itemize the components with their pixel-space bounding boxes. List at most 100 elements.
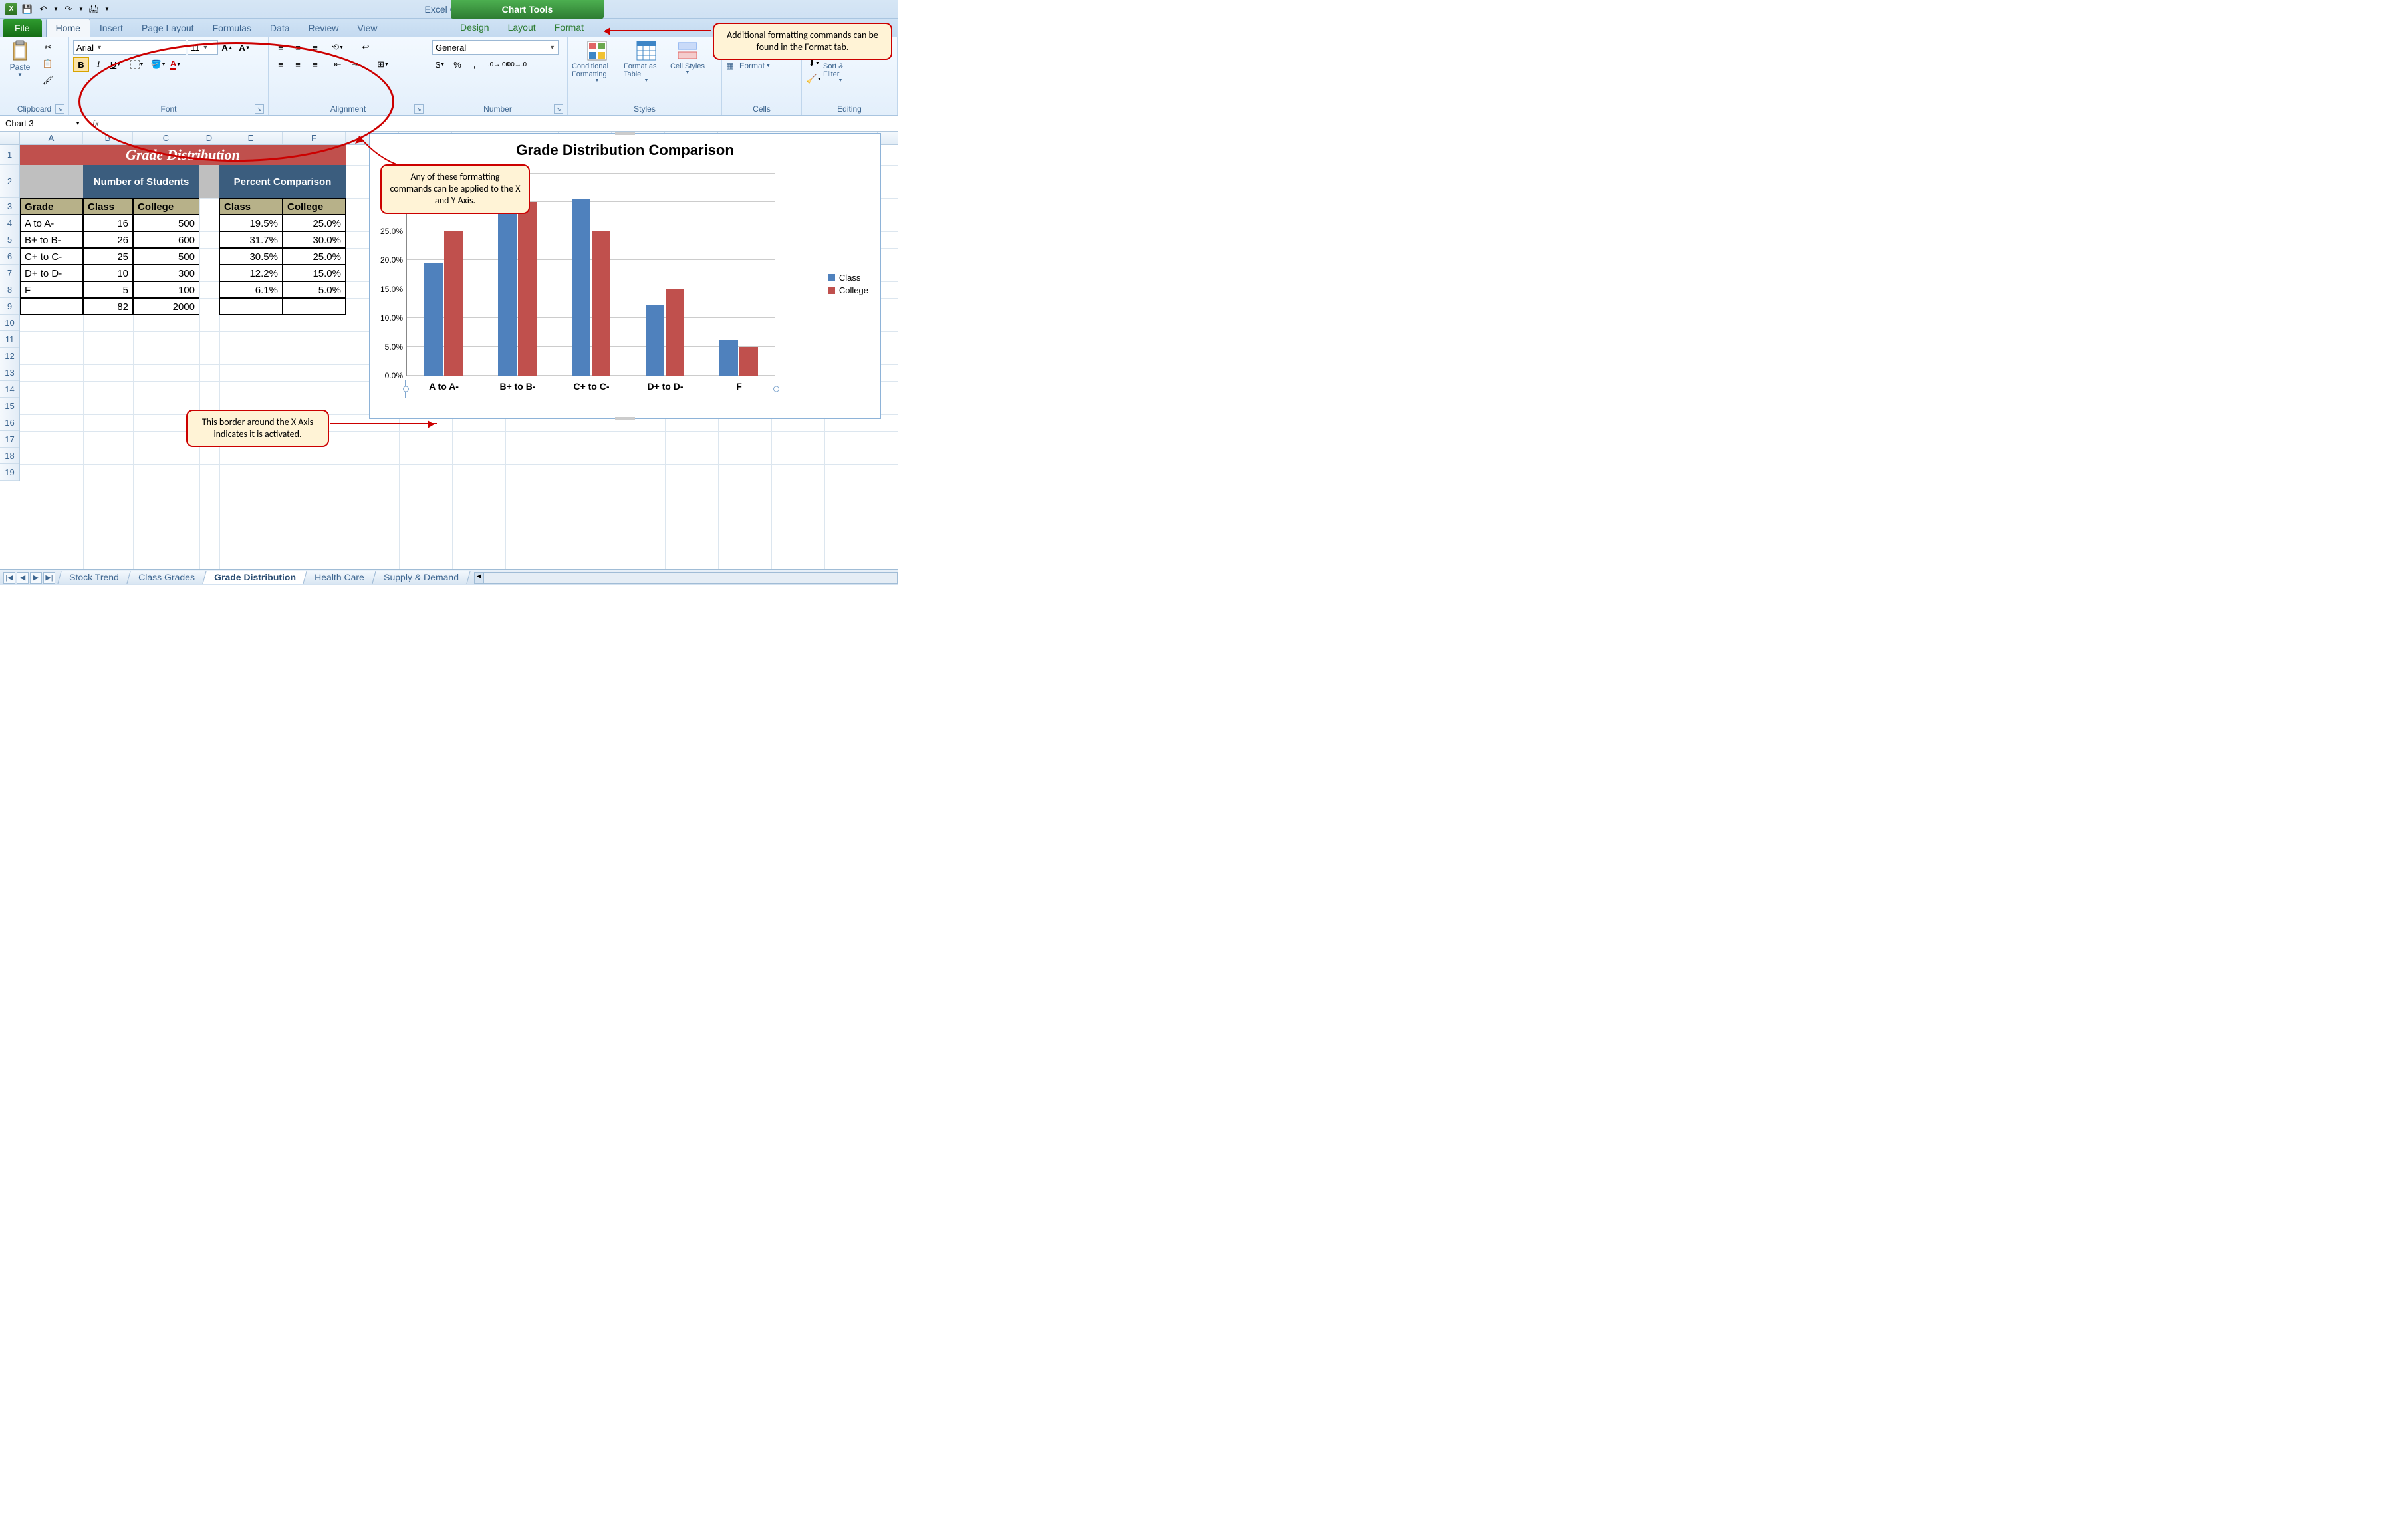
tab-insert[interactable]: Insert bbox=[90, 19, 132, 37]
font-color-button[interactable]: A▼ bbox=[168, 57, 184, 72]
chart-legend[interactable]: ClassCollege bbox=[828, 270, 868, 298]
table-cell[interactable]: 300 bbox=[133, 265, 199, 281]
align-bottom-button[interactable]: ≡ bbox=[307, 40, 323, 55]
table-cell[interactable]: 30.0% bbox=[283, 231, 346, 248]
row-header[interactable]: 19 bbox=[0, 464, 19, 481]
column-header[interactable]: C bbox=[133, 132, 199, 144]
increase-decimal-button[interactable]: .0→.00 bbox=[491, 57, 507, 72]
horizontal-scrollbar[interactable]: ◀ bbox=[474, 572, 898, 584]
sheet-nav-prev[interactable]: ◀ bbox=[17, 572, 29, 584]
table-cell[interactable]: 25.0% bbox=[283, 215, 346, 231]
format-as-table-button[interactable]: Format as Table▼ bbox=[624, 40, 669, 83]
underline-button[interactable]: U▼ bbox=[108, 57, 124, 72]
file-tab[interactable]: File bbox=[3, 19, 42, 37]
table-cell[interactable]: 15.0% bbox=[283, 265, 346, 281]
chart-bar[interactable] bbox=[592, 231, 610, 376]
copy-button[interactable]: 📋 bbox=[40, 57, 56, 71]
save-button[interactable]: 💾 bbox=[20, 2, 35, 17]
row-header[interactable]: 16 bbox=[0, 414, 19, 431]
column-header[interactable]: A bbox=[20, 132, 83, 144]
row-header[interactable]: 5 bbox=[0, 231, 19, 248]
table-cell[interactable]: B+ to B- bbox=[20, 231, 83, 248]
merge-center-button[interactable]: ⊞▼ bbox=[374, 57, 392, 72]
row-header[interactable]: 9 bbox=[0, 298, 19, 315]
table-cell[interactable]: A to A- bbox=[20, 215, 83, 231]
redo-dropdown[interactable]: ▼ bbox=[77, 2, 85, 17]
sheet-tab[interactable]: Stock Trend bbox=[57, 571, 130, 584]
row-header[interactable]: 11 bbox=[0, 331, 19, 348]
shrink-font-button[interactable]: A▼ bbox=[237, 40, 253, 55]
cell-styles-button[interactable]: Cell Styles▼ bbox=[670, 40, 705, 75]
number-launcher[interactable]: ↘ bbox=[554, 104, 563, 114]
sheet-nav-first[interactable]: |◀ bbox=[3, 572, 15, 584]
align-middle-button[interactable]: ≡ bbox=[290, 40, 306, 55]
conditional-formatting-button[interactable]: Conditional Formatting▼ bbox=[572, 40, 622, 83]
row-header[interactable]: 12 bbox=[0, 348, 19, 364]
comma-button[interactable]: , bbox=[467, 57, 483, 72]
align-left-button[interactable]: ≡ bbox=[273, 57, 289, 72]
row-header[interactable]: 17 bbox=[0, 431, 19, 448]
chart-bar[interactable] bbox=[518, 202, 537, 376]
sheet-tab[interactable]: Class Grades bbox=[126, 571, 206, 584]
orientation-button[interactable]: ⟲▼ bbox=[330, 40, 346, 55]
table-cell[interactable]: 5 bbox=[83, 281, 133, 298]
tab-formulas[interactable]: Formulas bbox=[203, 19, 261, 37]
row-header[interactable]: 15 bbox=[0, 398, 19, 414]
clipboard-launcher[interactable]: ↘ bbox=[55, 104, 64, 114]
row-header[interactable]: 10 bbox=[0, 315, 19, 331]
tab-format[interactable]: Format bbox=[545, 19, 593, 36]
table-cell[interactable]: 600 bbox=[133, 231, 199, 248]
table-cell[interactable]: D+ to D- bbox=[20, 265, 83, 281]
table-cell[interactable]: 6.1% bbox=[219, 281, 283, 298]
table-cell[interactable]: 10 bbox=[83, 265, 133, 281]
decrease-decimal-button[interactable]: .00→.0 bbox=[508, 57, 524, 72]
chart-bar[interactable] bbox=[739, 347, 758, 376]
number-format-combo[interactable]: General▼ bbox=[432, 40, 559, 55]
table-cell[interactable]: 12.2% bbox=[219, 265, 283, 281]
row-header[interactable]: 3 bbox=[0, 198, 19, 215]
borders-button[interactable]: ▼ bbox=[129, 57, 145, 72]
table-cell[interactable]: 25 bbox=[83, 248, 133, 265]
undo-button[interactable]: ↶ bbox=[36, 2, 51, 17]
row-header[interactable]: 7 bbox=[0, 265, 19, 281]
tab-data[interactable]: Data bbox=[261, 19, 299, 37]
cut-button[interactable]: ✂ bbox=[40, 40, 56, 55]
chart-bar[interactable] bbox=[719, 340, 738, 376]
table-cell[interactable]: 25.0% bbox=[283, 248, 346, 265]
fill-color-button[interactable]: 🪣▼ bbox=[150, 57, 166, 72]
table-cell[interactable]: 19.5% bbox=[219, 215, 283, 231]
table-cell[interactable]: 500 bbox=[133, 248, 199, 265]
table-cell[interactable]: F bbox=[20, 281, 83, 298]
tab-page-layout[interactable]: Page Layout bbox=[132, 19, 203, 37]
name-box[interactable]: Chart 3▼ bbox=[0, 118, 86, 128]
tab-review[interactable]: Review bbox=[299, 19, 348, 37]
grow-font-button[interactable]: A▲ bbox=[219, 40, 235, 55]
sheet-nav-next[interactable]: ▶ bbox=[30, 572, 42, 584]
table-cell[interactable]: 16 bbox=[83, 215, 133, 231]
table-cell[interactable] bbox=[219, 298, 283, 315]
align-top-button[interactable]: ≡ bbox=[273, 40, 289, 55]
bold-button[interactable]: B bbox=[73, 57, 89, 72]
increase-indent-button[interactable]: ⇥ bbox=[347, 57, 363, 72]
undo-dropdown[interactable]: ▼ bbox=[52, 2, 60, 17]
clear-button[interactable]: 🧹▼ bbox=[806, 72, 822, 86]
row-header[interactable]: 1 bbox=[0, 145, 19, 165]
italic-button[interactable]: I bbox=[90, 57, 106, 72]
tab-view[interactable]: View bbox=[348, 19, 386, 37]
legend-item[interactable]: College bbox=[828, 285, 868, 295]
row-header[interactable]: 4 bbox=[0, 215, 19, 231]
chart-handle-top[interactable] bbox=[615, 132, 635, 135]
table-cell[interactable]: 82 bbox=[83, 298, 133, 315]
select-all-corner[interactable] bbox=[0, 132, 20, 145]
tab-layout[interactable]: Layout bbox=[499, 19, 545, 36]
font-launcher[interactable]: ↘ bbox=[255, 104, 264, 114]
align-right-button[interactable]: ≡ bbox=[307, 57, 323, 72]
chart-bar[interactable] bbox=[424, 263, 443, 376]
sheet-tab[interactable]: Supply & Demand bbox=[372, 571, 470, 584]
table-cell[interactable]: 31.7% bbox=[219, 231, 283, 248]
align-center-button[interactable]: ≡ bbox=[290, 57, 306, 72]
row-header[interactable]: 6 bbox=[0, 248, 19, 265]
sheet-tab[interactable]: Grade Distribution bbox=[202, 571, 308, 584]
print-button[interactable]: 🖨 bbox=[86, 2, 101, 17]
table-cell[interactable] bbox=[20, 298, 83, 315]
